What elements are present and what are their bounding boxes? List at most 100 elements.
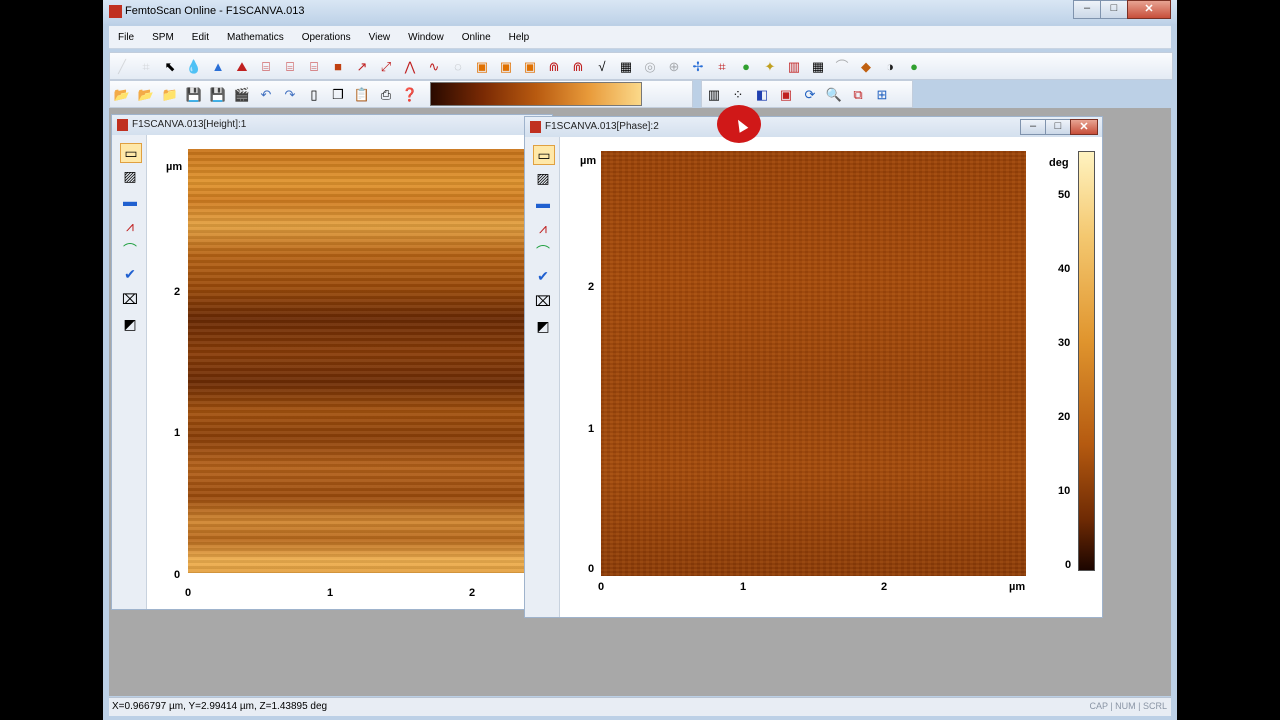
copy-icon[interactable]: ▣ [495,56,517,76]
undo-icon[interactable]: ↶ [255,84,277,104]
circle-icon[interactable]: ◎ [639,56,661,76]
check-icon[interactable]: √ [591,56,613,76]
child-minimize-button[interactable]: – [1020,119,1046,135]
line-icon[interactable]: ╱ [111,56,133,76]
curve-tool-icon[interactable]: ⌒ [533,243,553,261]
wave2-icon[interactable]: ⋒ [567,56,589,76]
levels-icon[interactable]: ◩ [533,317,553,335]
clapper-icon[interactable]: 🎬 [231,84,253,104]
angle-tool-icon[interactable]: ⩘ [120,217,140,235]
palette-icon[interactable]: ▦ [807,56,829,76]
angle-tool-icon[interactable]: ⩘ [533,219,553,237]
windows-icon[interactable]: ⧉ [847,84,869,104]
help-icon[interactable]: ❓ [399,84,421,104]
menu-bar: File SPM Edit Mathematics Operations Vie… [109,26,1171,49]
height-image[interactable] [188,149,528,573]
menu-file[interactable]: File [109,32,143,43]
height-window-title: F1SCANVA.013[Height]:1 [132,119,247,130]
wave-icon[interactable]: ⋒ [543,56,565,76]
levels-icon[interactable]: ◩ [120,315,140,333]
menu-mathematics[interactable]: Mathematics [218,32,293,43]
close-button[interactable]: ✕ [1127,0,1171,19]
file-toolbar: 📂 📂 📁 💾 💾 🎬 ↶ ↷ ▯ ❐ 📋 ⎙ ❓ [109,80,693,108]
histogram-icon[interactable]: ✦ [759,56,781,76]
color-icon[interactable]: ⌗ [711,56,733,76]
save-icon[interactable]: 💾 [183,84,205,104]
child-close-button[interactable]: ✕ [1070,119,1098,135]
open2-icon[interactable]: 📂 [135,84,157,104]
maximize-button[interactable]: □ [1100,0,1128,19]
target-icon[interactable]: ⊕ [663,56,685,76]
star-icon[interactable]: ● [735,56,757,76]
height-window[interactable]: F1SCANVA.013[Height]:1 ▭ ▨ ▬ ⩘ ⌒ ✔ ⌧ ◩ µ… [111,114,553,610]
eraser-icon[interactable]: ⌧ [533,292,553,310]
phase-window-titlebar[interactable]: F1SCANVA.013[Phase]:2 – □ ✕ [525,117,1102,137]
line-tool-icon[interactable]: ▬ [120,192,140,210]
menu-online[interactable]: Online [453,32,500,43]
filter2-icon[interactable]: ⌸ [279,56,301,76]
swatch-icon[interactable]: ● [903,56,925,76]
phase-xtick: 2 [881,581,888,593]
filter-icon[interactable]: ⌸ [255,56,277,76]
print-icon[interactable]: ⎙ [375,84,397,104]
grad2-icon[interactable]: ◑ [879,56,901,76]
paste-icon[interactable]: 📋 [351,84,373,104]
grid-icon[interactable]: ▦ [615,56,637,76]
check-tool-icon[interactable]: ✔ [120,265,140,283]
mountain-icon[interactable]: ⛰ [231,56,253,76]
minimize-button[interactable]: – [1073,0,1101,19]
curve-tool-icon[interactable]: ⌒ [120,241,140,259]
menu-operations[interactable]: Operations [293,32,360,43]
menu-view[interactable]: View [360,32,400,43]
eraser-icon[interactable]: ⌧ [120,290,140,308]
page-icon[interactable]: ▯ [303,84,325,104]
height-ytick: 1 [174,427,181,439]
layers-icon[interactable]: ▣ [519,56,541,76]
select-rect-icon[interactable]: ▭ [533,145,555,165]
plane-icon[interactable]: ⌗ [135,56,157,76]
image-tool-icon[interactable]: ▨ [120,167,140,185]
bar-chart-icon[interactable]: ▥ [703,84,725,104]
menu-edit[interactable]: Edit [183,32,218,43]
line-tool-icon[interactable]: ▬ [533,194,553,212]
scatter-icon[interactable]: ⁘ [727,84,749,104]
menu-spm[interactable]: SPM [143,32,183,43]
check-tool-icon[interactable]: ✔ [533,267,553,285]
ruler-icon[interactable]: ⊞ [871,84,893,104]
phase-window[interactable]: F1SCANVA.013[Phase]:2 – □ ✕ ▭ ▨ ▬ ⩘ ⌒ ✔ … [524,105,1103,618]
phase-image[interactable] [601,151,1026,576]
cursor-icon[interactable]: ⬉ [159,56,181,76]
drawing-icon[interactable]: ⌒ [831,56,853,76]
saveas-icon[interactable]: 💾 [207,84,229,104]
grad-icon[interactable]: ✢ [687,56,709,76]
cube-icon[interactable]: ◧ [751,84,773,104]
triangle-icon[interactable]: ▲ [207,56,229,76]
box-icon[interactable]: ■ [327,56,349,76]
height-window-titlebar[interactable]: F1SCANVA.013[Height]:1 [112,115,552,135]
corr-icon[interactable]: ◌ [447,56,469,76]
child-maximize-button[interactable]: □ [1045,119,1071,135]
colorbar-tick: 0 [1065,559,1072,571]
zoom-icon[interactable]: ⤢ [375,56,397,76]
peak-icon[interactable]: ⋀ [399,56,421,76]
frame-icon[interactable]: ▣ [775,84,797,104]
drop-icon[interactable]: 💧 [183,56,205,76]
redo-icon[interactable]: ↷ [279,84,301,104]
image-tool-icon[interactable]: ▨ [533,169,553,187]
square-icon[interactable]: ▣ [471,56,493,76]
refresh-icon[interactable]: ⟳ [799,84,821,104]
palette-gradient[interactable] [430,82,642,106]
magnify-icon[interactable]: 🔍 [823,84,845,104]
menu-window[interactable]: Window [399,32,453,43]
copy-page-icon[interactable]: ❐ [327,84,349,104]
arrow-icon[interactable]: ↗ [351,56,373,76]
image-icon[interactable]: ▥ [783,56,805,76]
select-rect-icon[interactable]: ▭ [120,143,142,163]
filter3-icon[interactable]: ⌸ [303,56,325,76]
open-icon[interactable]: 📂 [111,84,133,104]
colorbar-unit: deg [1049,157,1069,169]
folder-icon[interactable]: 📁 [159,84,181,104]
profile-icon[interactable]: ∿ [423,56,445,76]
contrast-icon[interactable]: ◆ [855,56,877,76]
menu-help[interactable]: Help [500,32,539,43]
